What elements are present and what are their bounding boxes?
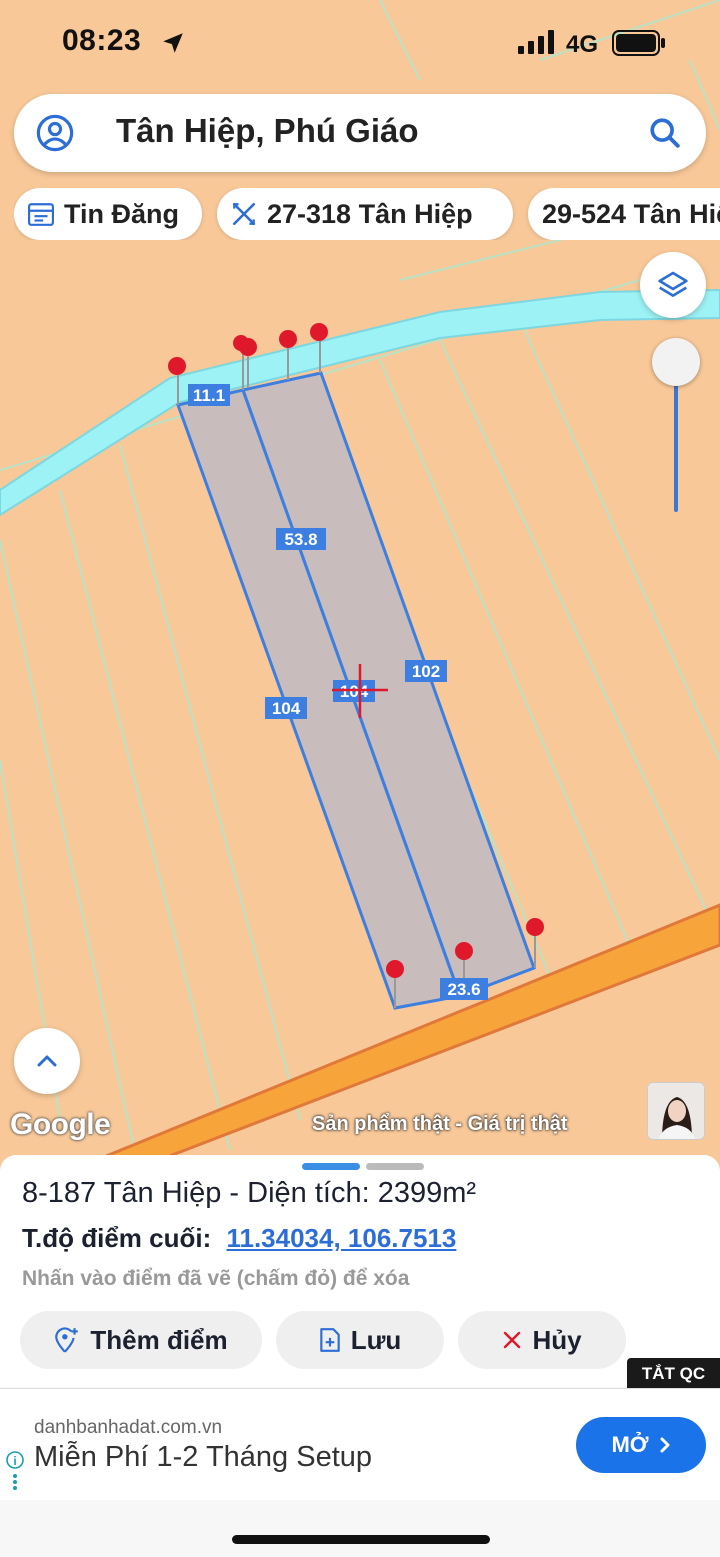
ruler-icon	[232, 202, 256, 226]
close-ad-button[interactable]: TẮT QC	[627, 1358, 720, 1390]
cancel-label: Hủy	[532, 1324, 582, 1355]
parcel-title: 8-187 Tân Hiệp - Diện tích: 2399m²	[22, 1177, 477, 1209]
measure-label: 104	[272, 699, 301, 718]
cancel-button[interactable]: Hủy	[458, 1311, 626, 1369]
location-arrow-icon	[163, 33, 183, 53]
search-query[interactable]: Tân Hiệp, Phú Giáo	[116, 112, 419, 150]
search-bar[interactable]: Tân Hiệp, Phú Giáo	[14, 94, 706, 172]
ad-headline[interactable]: Miễn Phí 1-2 Tháng Setup	[34, 1441, 372, 1474]
filter-chips: Tin Đăng 27-318 Tân Hiệp 29-524 Tân Hiệp	[14, 188, 720, 240]
measure-label: 102	[412, 662, 440, 681]
map-tagline: Sản phẩm thật - Giá trị thật	[312, 1113, 568, 1135]
ad-open-button[interactable]: MỞ	[576, 1417, 706, 1473]
pager-dot[interactable]	[366, 1163, 424, 1170]
coordinate-label: T.độ điểm cuối:	[22, 1223, 212, 1253]
ad-open-label: MỞ	[611, 1432, 649, 1457]
ad-domain: danhbanhadat.com.vn	[34, 1417, 223, 1438]
agent-avatar[interactable]	[647, 1082, 705, 1140]
person-photo-icon	[648, 1083, 704, 1139]
network-type: 4G	[566, 31, 599, 58]
svg-text:i: i	[13, 1454, 16, 1468]
signal-icon	[518, 30, 554, 54]
calendar-icon	[28, 203, 54, 226]
user-profile-icon[interactable]	[36, 114, 74, 152]
add-point-label: Thêm điểm	[90, 1324, 228, 1355]
measure-label: 23.6	[447, 980, 480, 999]
chip-parcel-29-524[interactable]: 29-524 Tân Hiệp	[528, 188, 720, 240]
chip-parcel-27-318[interactable]: 27-318 Tân Hiệp	[217, 188, 513, 240]
add-point-button[interactable]: Thêm điểm	[20, 1311, 262, 1369]
clock: 08:23	[62, 24, 142, 57]
coordinate-row: T.độ điểm cuối: 11.34034, 106.7513	[22, 1223, 456, 1254]
measure-label: 104	[340, 682, 369, 701]
measure-label: 11.1	[193, 386, 225, 405]
chevron-right-icon	[660, 1437, 670, 1453]
parcel-info-sheet: 8-187 Tân Hiệp - Diện tích: 2399m² T.độ …	[0, 1155, 720, 1387]
search-icon[interactable]	[648, 116, 682, 150]
info-icon[interactable]: i	[6, 1451, 24, 1491]
delete-hint: Nhấn vào điểm đã vẽ (chấm đỏ) để xóa	[22, 1267, 410, 1290]
map-view[interactable]: 11.1 53.8 104 104 102 23.6	[0, 0, 720, 1175]
layers-icon	[658, 271, 688, 297]
home-indicator[interactable]	[232, 1535, 490, 1544]
map-canvas[interactable]: 11.1 53.8 104 104 102 23.6	[0, 0, 720, 1175]
file-add-icon	[319, 1328, 340, 1352]
google-logo: Google	[10, 1108, 111, 1141]
save-button[interactable]: Lưu	[276, 1311, 444, 1369]
battery-icon	[612, 30, 665, 56]
measure-label: 53.8	[284, 530, 317, 549]
status-bar: 08:23 4G	[0, 0, 720, 88]
ad-banner[interactable]: i danhbanhadat.com.vn Miễn Phí 1-2 Tháng…	[0, 1388, 720, 1500]
add-pin-icon	[55, 1327, 79, 1353]
chip-label: Tin Đăng	[64, 198, 180, 229]
chip-tin-dang[interactable]: Tin Đăng	[14, 188, 202, 240]
chip-label: 29-524 Tân Hiệp	[542, 198, 720, 229]
pager-dot-active[interactable]	[302, 1163, 360, 1170]
expand-sheet-button[interactable]	[14, 1028, 80, 1094]
opacity-slider-thumb[interactable]	[652, 338, 700, 386]
layers-button[interactable]	[640, 252, 706, 318]
coordinate-link[interactable]: 11.34034, 106.7513	[226, 1223, 456, 1253]
chip-label: 27-318 Tân Hiệp	[267, 198, 473, 229]
save-label: Lưu	[350, 1324, 402, 1355]
sheet-pager	[302, 1163, 424, 1170]
close-icon	[504, 1331, 521, 1349]
chevron-up-icon	[37, 1055, 57, 1067]
